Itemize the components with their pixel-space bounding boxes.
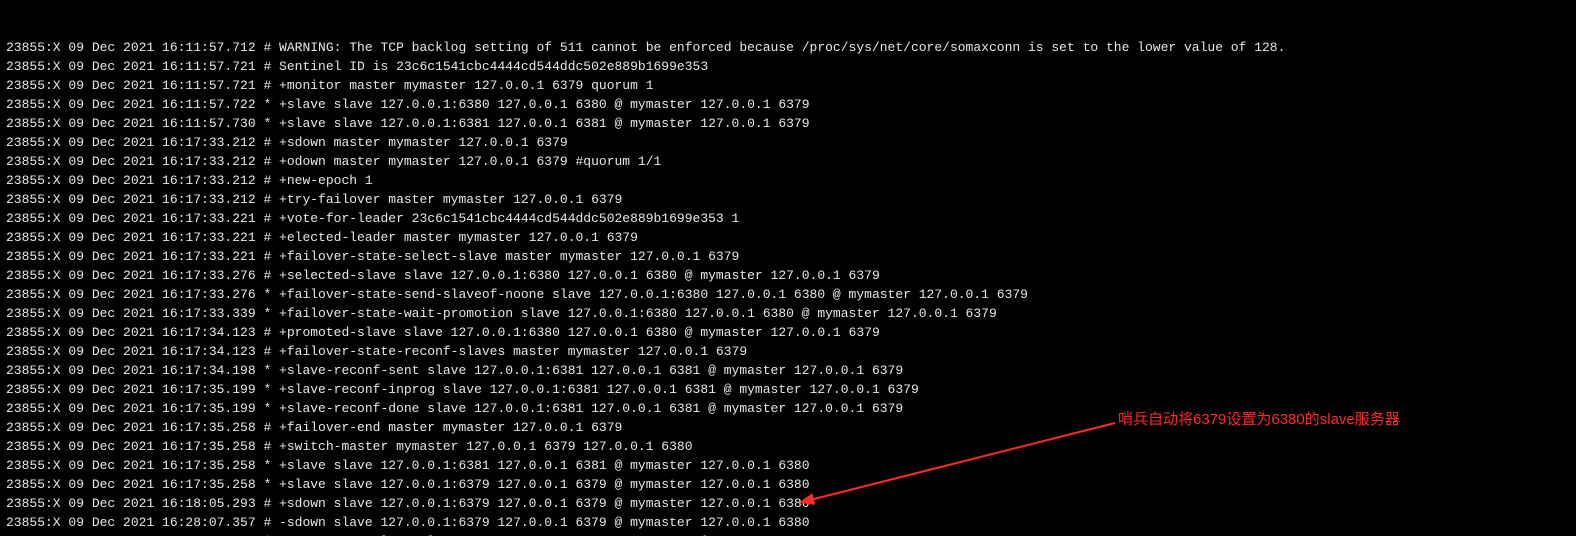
log-line: 23855:X 09 Dec 2021 16:17:35.258 * +slav… bbox=[6, 456, 1570, 475]
log-line: 23855:X 09 Dec 2021 16:17:35.258 # +swit… bbox=[6, 437, 1570, 456]
log-line: 23855:X 09 Dec 2021 16:17:33.221 # +fail… bbox=[6, 247, 1570, 266]
log-line: 23855:X 09 Dec 2021 16:17:35.258 * +slav… bbox=[6, 475, 1570, 494]
log-line: 23855:X 09 Dec 2021 16:17:33.339 * +fail… bbox=[6, 304, 1570, 323]
log-line: 23855:X 09 Dec 2021 16:11:57.721 # Senti… bbox=[6, 57, 1570, 76]
log-line: 23855:X 09 Dec 2021 16:17:33.212 # +sdow… bbox=[6, 133, 1570, 152]
log-line: 23855:X 09 Dec 2021 16:17:33.212 # +odow… bbox=[6, 152, 1570, 171]
log-line: 23855:X 09 Dec 2021 16:11:57.730 * +slav… bbox=[6, 114, 1570, 133]
log-line: 23855:X 09 Dec 2021 16:17:35.258 # +fail… bbox=[6, 418, 1570, 437]
log-line: 23855:X 09 Dec 2021 16:28:17.317 * +conv… bbox=[6, 532, 1570, 536]
log-line: 23855:X 09 Dec 2021 16:17:33.212 # +new-… bbox=[6, 171, 1570, 190]
log-line: 23855:X 09 Dec 2021 16:17:34.198 * +slav… bbox=[6, 361, 1570, 380]
terminal-output[interactable]: 23855:X 09 Dec 2021 16:11:57.712 # WARNI… bbox=[0, 0, 1576, 536]
log-line: 23855:X 09 Dec 2021 16:17:35.199 * +slav… bbox=[6, 399, 1570, 418]
log-line: 23855:X 09 Dec 2021 16:28:07.357 # -sdow… bbox=[6, 513, 1570, 532]
log-line: 23855:X 09 Dec 2021 16:17:35.199 * +slav… bbox=[6, 380, 1570, 399]
log-line: 23855:X 09 Dec 2021 16:11:57.721 # +moni… bbox=[6, 76, 1570, 95]
log-line: 23855:X 09 Dec 2021 16:17:34.123 # +prom… bbox=[6, 323, 1570, 342]
log-line: 23855:X 09 Dec 2021 16:17:33.221 # +vote… bbox=[6, 209, 1570, 228]
log-line: 23855:X 09 Dec 2021 16:17:33.276 # +sele… bbox=[6, 266, 1570, 285]
log-line: 23855:X 09 Dec 2021 16:17:33.276 * +fail… bbox=[6, 285, 1570, 304]
log-line: 23855:X 09 Dec 2021 16:17:34.123 # +fail… bbox=[6, 342, 1570, 361]
log-line: 23855:X 09 Dec 2021 16:18:05.293 # +sdow… bbox=[6, 494, 1570, 513]
log-line: 23855:X 09 Dec 2021 16:17:33.221 # +elec… bbox=[6, 228, 1570, 247]
log-line: 23855:X 09 Dec 2021 16:11:57.722 * +slav… bbox=[6, 95, 1570, 114]
log-line: 23855:X 09 Dec 2021 16:11:57.712 # WARNI… bbox=[6, 38, 1570, 57]
log-line: 23855:X 09 Dec 2021 16:17:33.212 # +try-… bbox=[6, 190, 1570, 209]
